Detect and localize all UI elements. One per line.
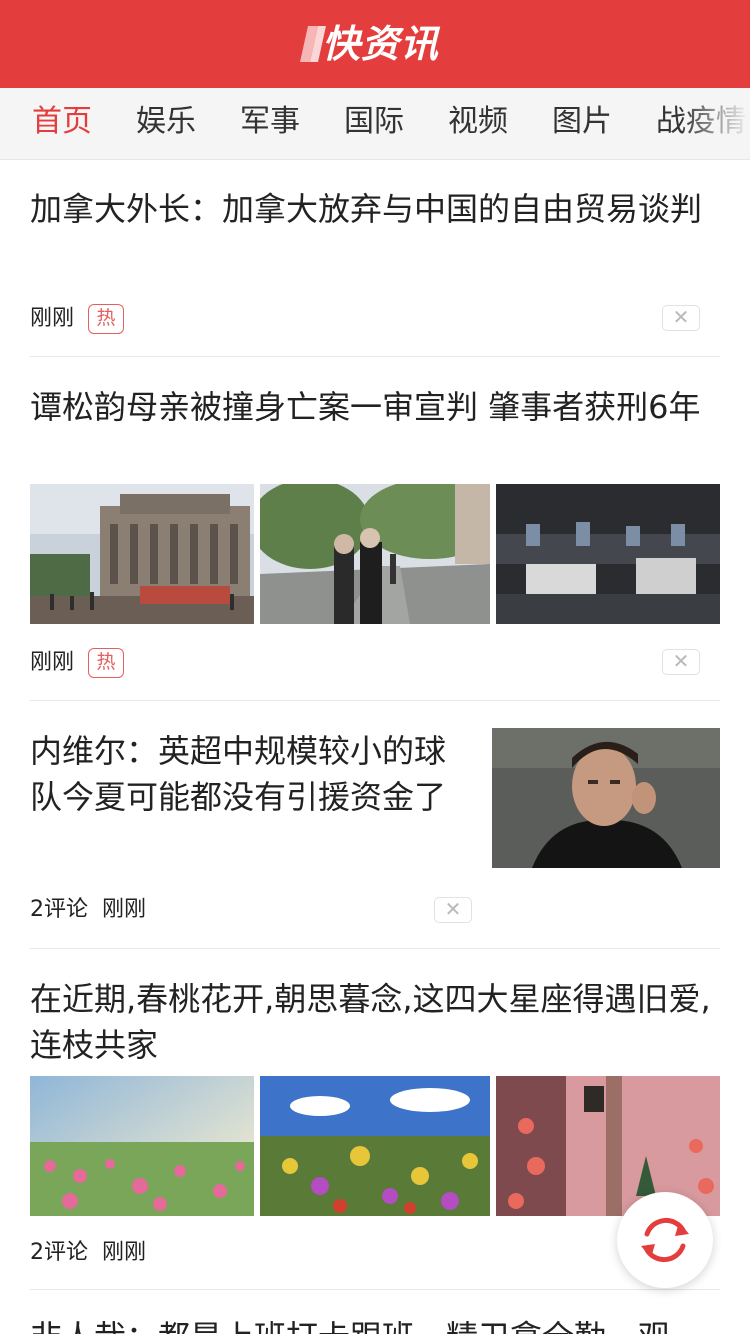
logo-text: 快资讯 — [322, 22, 440, 66]
news-item[interactable]: 在近期,春桃花开,朝思暮念,这四大星座得遇旧爱,连枝共家 — [30, 976, 720, 1068]
news-thumbnail-courthouse[interactable] — [30, 484, 254, 624]
news-title[interactable]: 谭松韵母亲被撞身亡案一审宣判 肇事者获刑6年 — [30, 384, 720, 430]
courtroom-image — [496, 484, 720, 624]
news-title[interactable]: 在近期,春桃花开,朝思暮念,这四大星座得遇旧爱,连枝共家 — [30, 976, 720, 1068]
news-time: 刚刚 — [102, 1240, 147, 1265]
news-thumbnail-courtroom[interactable] — [496, 484, 720, 624]
news-title[interactable]: 内维尔：英超中规模较小的球队今夏可能都没有引援资金了 — [30, 728, 450, 820]
app-logo[interactable]: 快资讯 — [298, 20, 458, 68]
flowerfield-image — [30, 1076, 254, 1216]
hot-badge: 热 — [88, 304, 125, 334]
tab-video[interactable]: 视频 — [448, 88, 508, 159]
portrait-image — [492, 728, 720, 868]
news-item[interactable]: 非人哉：都是上班打卡跟班，精卫拿全勤，观 — [30, 1314, 720, 1334]
news-item[interactable]: 加拿大外长：加拿大放弃与中国的自由贸易谈判 — [30, 186, 720, 232]
news-time: 刚刚 — [30, 650, 75, 675]
comment-count: 2评论 — [30, 897, 88, 922]
news-item[interactable]: 谭松韵母亲被撞身亡案一审宣判 肇事者获刑6年 — [30, 384, 720, 430]
nav-fade — [680, 88, 750, 159]
news-item[interactable]: 内维尔：英超中规模较小的球队今夏可能都没有引援资金了 — [30, 728, 450, 820]
news-time: 刚刚 — [30, 306, 75, 331]
refresh-icon — [641, 1217, 689, 1263]
tab-entertainment[interactable]: 娱乐 — [136, 88, 196, 159]
tab-military[interactable]: 军事 — [240, 88, 300, 159]
close-icon[interactable]: ✕ — [662, 305, 700, 331]
close-icon[interactable]: ✕ — [434, 897, 472, 923]
tab-home[interactable]: 首页 — [32, 88, 92, 159]
divider — [30, 948, 720, 949]
refresh-button[interactable] — [617, 1192, 713, 1288]
news-meta: 2评论 刚刚 — [30, 894, 160, 926]
news-thumbnail-street[interactable] — [260, 484, 490, 624]
hot-badge: 热 — [88, 648, 125, 678]
app-header: 快资讯 — [0, 0, 750, 88]
news-meta: 刚刚热 — [30, 303, 138, 335]
wildflowers-image — [260, 1076, 490, 1216]
news-title[interactable]: 非人哉：都是上班打卡跟班，精卫拿全勤，观 — [30, 1314, 720, 1334]
courthouse-image — [30, 484, 254, 624]
divider — [30, 1289, 720, 1290]
news-meta: 2评论 刚刚 — [30, 1237, 160, 1269]
tab-pictures[interactable]: 图片 — [552, 88, 612, 159]
divider — [30, 700, 720, 701]
tab-international[interactable]: 国际 — [344, 88, 404, 159]
comment-count: 2评论 — [30, 1240, 88, 1265]
close-icon[interactable]: ✕ — [662, 649, 700, 675]
news-thumbnail-neville[interactable] — [492, 728, 720, 868]
news-meta: 刚刚热 — [30, 647, 138, 679]
news-time: 刚刚 — [102, 897, 147, 922]
divider — [30, 356, 720, 357]
category-nav: 首页 娱乐 军事 国际 视频 图片 战疫情 — [0, 88, 750, 160]
news-thumbnail-flowerfield[interactable] — [30, 1076, 254, 1216]
news-title[interactable]: 加拿大外长：加拿大放弃与中国的自由贸易谈判 — [30, 186, 720, 232]
news-thumbnail-wildflowers[interactable] — [260, 1076, 490, 1216]
street-image — [260, 484, 490, 624]
